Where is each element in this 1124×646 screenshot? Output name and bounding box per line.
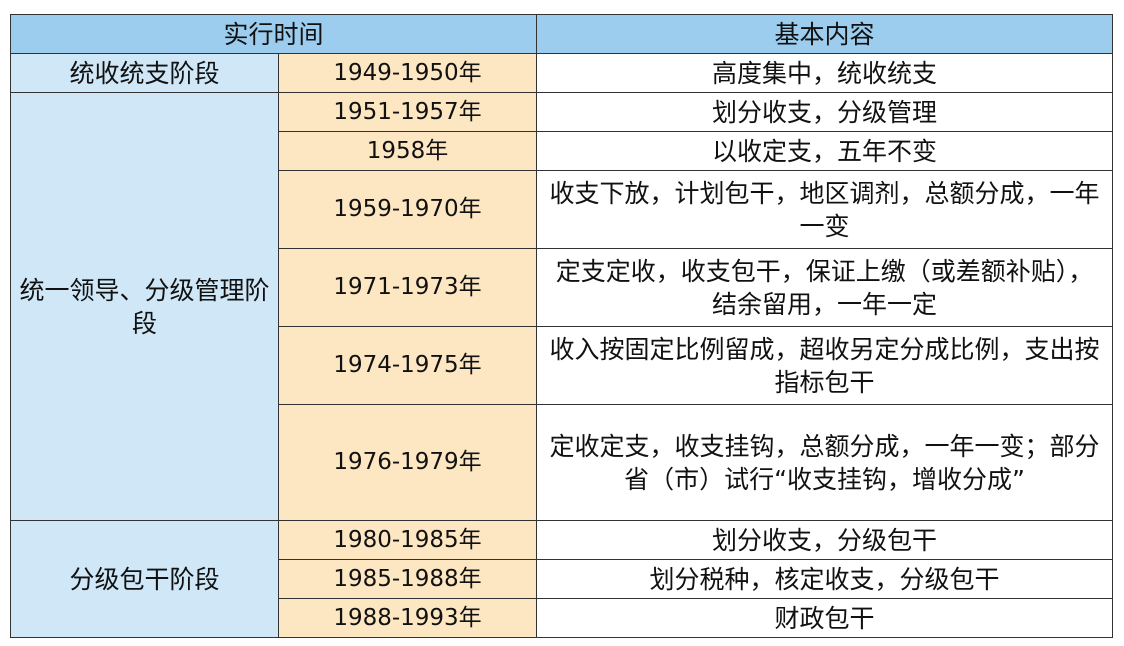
content-cell: 收支下放，计划包干，地区调剂，总额分成，一年一变 bbox=[536, 170, 1114, 249]
period-cell: 1971-1973年 bbox=[277, 248, 538, 327]
stage-cell: 统一领导、分级管理阶段 bbox=[10, 92, 279, 521]
content-cell: 高度集中，统收统支 bbox=[536, 53, 1114, 93]
content-cell: 收入按固定比例留成，超收另定分成比例，支出按指标包干 bbox=[536, 326, 1114, 405]
period-cell: 1951-1957年 bbox=[277, 92, 538, 132]
header-content: 基本内容 bbox=[536, 14, 1114, 54]
header-row: 实行时间 基本内容 bbox=[9, 14, 1114, 54]
content-cell: 定收定支，收支挂钩，总额分成，一年一变；部分省（市）试行“收支挂钩，增收分成” bbox=[536, 404, 1114, 521]
period-cell: 1974-1975年 bbox=[277, 326, 538, 405]
content-cell: 划分税种，核定收支，分级包干 bbox=[536, 559, 1114, 599]
fiscal-system-table: 实行时间 基本内容 统收统支阶段 1949-1950年 高度集中，统收统支 统一… bbox=[9, 14, 1114, 638]
period-cell: 1985-1988年 bbox=[277, 559, 538, 599]
table-row: 统收统支阶段 1949-1950年 高度集中，统收统支 bbox=[10, 53, 1114, 93]
period-cell: 1976-1979年 bbox=[277, 404, 538, 521]
period-cell: 1949-1950年 bbox=[277, 53, 538, 93]
content-cell: 划分收支，分级管理 bbox=[536, 92, 1114, 132]
stage-cell: 分级包干阶段 bbox=[10, 520, 279, 638]
table-row: 分级包干阶段 1980-1985年 划分收支，分级包干 bbox=[10, 520, 1114, 638]
stage-cell: 统收统支阶段 bbox=[10, 53, 279, 93]
period-cell: 1980-1985年 bbox=[277, 520, 538, 560]
header-time: 实行时间 bbox=[9, 14, 538, 54]
period-cell: 1988-1993年 bbox=[277, 598, 538, 638]
content-cell: 划分收支，分级包干 bbox=[536, 520, 1114, 560]
content-cell: 财政包干 bbox=[536, 598, 1114, 638]
period-cell: 1958年 bbox=[277, 131, 538, 171]
content-cell: 定支定收，收支包干，保证上缴（或差额补贴），结余留用，一年一定 bbox=[536, 248, 1114, 327]
table-row: 统一领导、分级管理阶段 1951-1957年 划分收支，分级管理 bbox=[10, 92, 1114, 521]
period-cell: 1959-1970年 bbox=[277, 170, 538, 249]
content-cell: 以收定支，五年不变 bbox=[536, 131, 1114, 171]
